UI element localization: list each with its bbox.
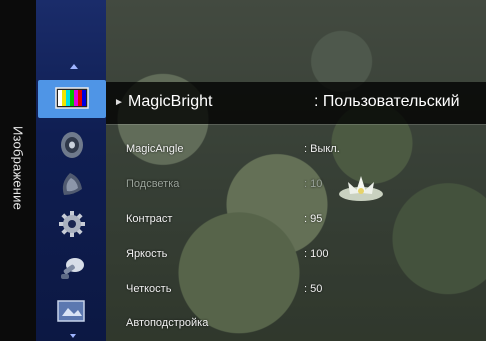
menu-item-value: : Пользовательский <box>314 93 460 110</box>
category-side-label: Изображение <box>0 0 36 341</box>
menu-icon-sound[interactable] <box>44 129 100 161</box>
menu-item-label: MagicAngle <box>126 143 184 155</box>
menu-item-label: Автоподстройка <box>126 317 209 329</box>
picture-menu-panel: ► MagicBright : Пользовательский MagicAn… <box>106 0 486 341</box>
menu-item-value: : 100 <box>304 248 329 260</box>
menu-item-label: Яркость <box>126 248 168 260</box>
menu-row-sharpness[interactable]: Четкость : 50 <box>106 278 486 302</box>
menu-item-value: : 50 <box>304 283 323 295</box>
menu-item-value: : 95 <box>304 213 323 225</box>
menu-item-label: Контраст <box>126 213 173 225</box>
picture-tv-icon <box>55 87 89 109</box>
category-title: Изображение <box>10 125 26 211</box>
menu-icon-settings[interactable] <box>44 208 100 240</box>
support-icon <box>61 258 84 279</box>
menu-row-backlight: Подсветка : 10 <box>106 173 486 197</box>
menu-item-label: Подсветка <box>126 178 180 190</box>
selected-arrow-icon: ► <box>114 97 124 108</box>
menu-row-magicbright[interactable]: ► MagicBright : Пользовательский <box>106 82 486 124</box>
menu-row-brightness[interactable]: Яркость : 100 <box>106 243 486 267</box>
menu-icon-support[interactable] <box>44 252 100 284</box>
menu-row-magicangle[interactable]: MagicAngle : Выкл. <box>106 138 486 162</box>
settings-gear-icon <box>59 211 85 237</box>
tv-menu-screen: Изображение ► MagicBright: Пользователь… <box>0 0 486 341</box>
menu-icon-picture[interactable] <box>38 80 106 118</box>
scroll-down-arrow-icon[interactable] <box>70 334 76 338</box>
channel-satellite-icon <box>62 173 82 195</box>
menu-item-value: : Выкл. <box>304 143 340 155</box>
menu-row-contrast[interactable]: Контраст : 95 <box>106 208 486 232</box>
menu-icon-input[interactable] <box>44 296 100 328</box>
menu-row-auto-adjust[interactable]: Автоподстройка <box>106 312 486 336</box>
scroll-up-arrow-icon[interactable] <box>70 64 78 69</box>
divider <box>106 124 486 125</box>
menu-icon-channel[interactable] <box>44 168 100 200</box>
sound-speaker-icon <box>61 132 83 158</box>
menu-item-label: MagicBright <box>128 93 213 110</box>
menu-item-value: : 10 <box>304 178 323 190</box>
input-source-icon <box>57 300 85 322</box>
menu-item-label: Четкость <box>126 283 172 295</box>
